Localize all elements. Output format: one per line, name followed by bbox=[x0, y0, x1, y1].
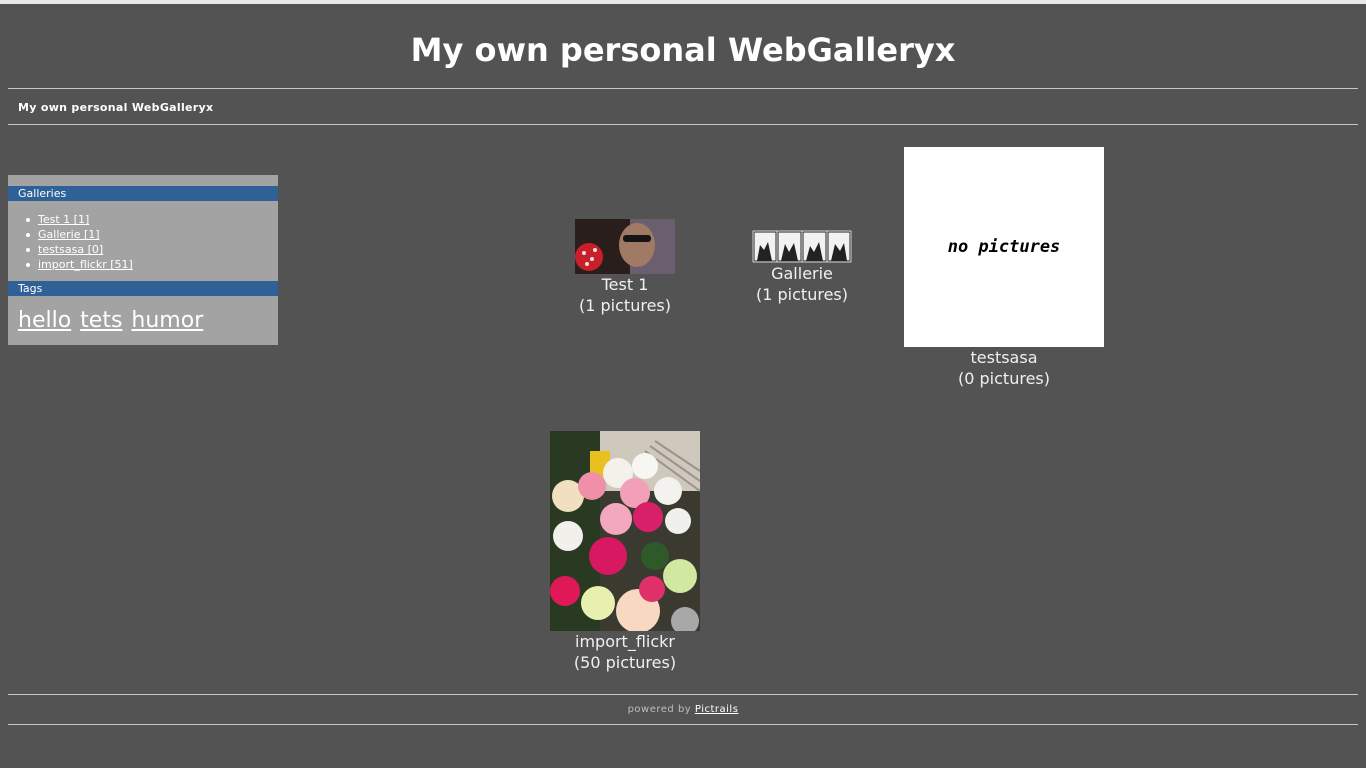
list-item: import_flickr [51] bbox=[24, 257, 133, 272]
footer-divider-bottom bbox=[8, 724, 1358, 725]
breadcrumb-divider bbox=[8, 124, 1358, 125]
gallery-link-test-1[interactable]: Test 1 [1] bbox=[38, 213, 89, 226]
site-title: My own personal WebGalleryx bbox=[410, 31, 956, 69]
footer-pictrails-link[interactable]: Pictrails bbox=[695, 704, 739, 715]
galleries-heading: Galleries bbox=[8, 186, 278, 201]
gallery-name[interactable]: Gallerie bbox=[737, 263, 867, 284]
sidebar: Galleries Test 1 [1] Gallerie [1] testsa… bbox=[8, 175, 278, 345]
gallery-name[interactable]: import_flickr bbox=[535, 631, 715, 652]
tag-tets[interactable]: tets bbox=[80, 308, 122, 333]
list-item: testsasa [0] bbox=[24, 242, 133, 257]
breadcrumb[interactable]: My own personal WebGalleryx bbox=[18, 101, 213, 114]
footer-prefix: powered by bbox=[627, 704, 692, 715]
gallery-card-gallerie[interactable]: Gallerie (1 pictures) bbox=[737, 230, 867, 305]
gallery-card-testsasa[interactable]: no pictures testsasa (0 pictures) bbox=[904, 147, 1104, 389]
footer-divider-top bbox=[8, 694, 1358, 695]
no-pictures-placeholder[interactable]: no pictures bbox=[904, 147, 1104, 347]
gallery-name[interactable]: testsasa bbox=[904, 347, 1104, 368]
gallery-card-import-flickr[interactable]: import_flickr (50 pictures) bbox=[535, 431, 715, 673]
gallery-card-test-1[interactable]: Test 1 (1 pictures) bbox=[560, 219, 690, 316]
gallery-count: (1 pictures) bbox=[579, 296, 671, 315]
no-pictures-text: no pictures bbox=[947, 236, 1061, 257]
gallery-thumbnail-test-1[interactable] bbox=[575, 219, 675, 274]
tag-hello[interactable]: hello bbox=[18, 308, 71, 333]
gallery-thumbnail-import-flickr[interactable] bbox=[550, 431, 700, 631]
gallery-count: (50 pictures) bbox=[573, 653, 677, 672]
gallery-name[interactable]: Test 1 bbox=[560, 274, 690, 295]
gallery-count: (1 pictures) bbox=[756, 285, 848, 304]
list-item: Gallerie [1] bbox=[24, 227, 133, 242]
gallery-thumbnail-gallerie[interactable] bbox=[752, 230, 852, 263]
tag-cloud: hello tets humor bbox=[18, 307, 205, 335]
gallery-link-import-flickr[interactable]: import_flickr [51] bbox=[38, 258, 133, 271]
galleries-list: Test 1 [1] Gallerie [1] testsasa [0] imp… bbox=[24, 212, 133, 272]
tag-humor[interactable]: humor bbox=[131, 308, 203, 333]
list-item: Test 1 [1] bbox=[24, 212, 133, 227]
gallery-count: (0 pictures) bbox=[958, 369, 1050, 388]
header-divider bbox=[8, 88, 1358, 89]
gallery-link-testsasa[interactable]: testsasa [0] bbox=[38, 243, 103, 256]
gallery-link-gallerie[interactable]: Gallerie [1] bbox=[38, 228, 100, 241]
tags-heading: Tags bbox=[8, 281, 278, 296]
footer: powered by Pictrails bbox=[0, 704, 1366, 715]
